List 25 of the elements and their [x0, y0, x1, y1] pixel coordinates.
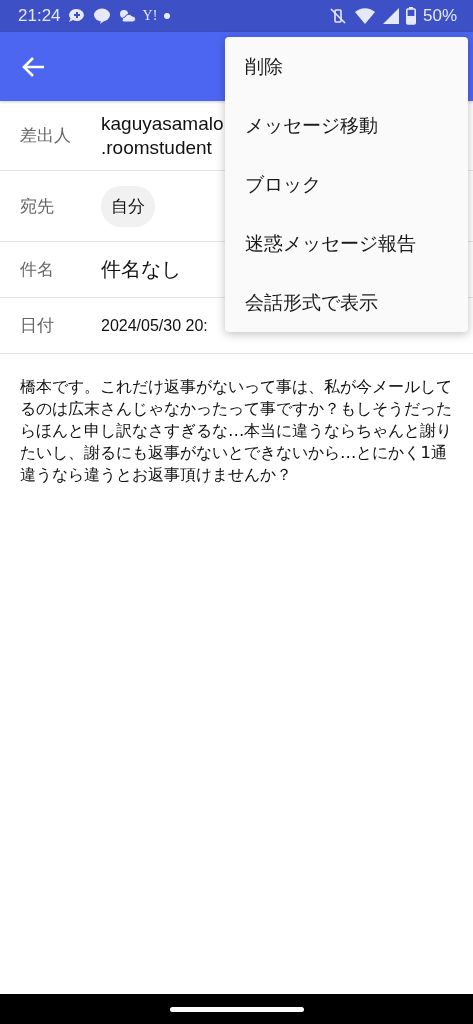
date-text: 2024/05/30 20:	[101, 316, 208, 335]
field-label: 宛先	[20, 194, 55, 218]
battery-level: 50%	[422, 6, 457, 26]
menu-item[interactable]: ブロック	[225, 155, 468, 214]
status-time: 21:24	[18, 6, 61, 26]
field-label: 日付	[20, 314, 55, 337]
back-icon[interactable]	[22, 55, 46, 78]
battery-icon	[405, 7, 416, 25]
field-label: 差出人	[20, 124, 72, 147]
wifi-icon	[353, 8, 376, 24]
chat-bubble-icon	[92, 8, 111, 24]
recipient-chip: 自分	[101, 185, 155, 227]
menu-item[interactable]: 迷惑メッセージ報告	[225, 214, 468, 273]
sender-address: kaguyasamalo .roomstudent	[101, 111, 224, 160]
menu-item[interactable]: 会話形式で表示	[225, 273, 468, 332]
subject-text: 件名なし	[101, 256, 181, 283]
field-label: 件名	[20, 258, 55, 281]
dot-icon	[164, 13, 171, 19]
signal-icon	[382, 8, 399, 24]
weather-icon	[117, 8, 136, 24]
vibrate-off-icon	[328, 7, 347, 25]
notification-text: Y!	[142, 8, 158, 24]
chat-plus-icon	[67, 8, 86, 24]
menu-item[interactable]: メッセージ移動	[225, 96, 468, 155]
message-body: 橋本です。これだけ返事がないって事は、私が今メールしてるのは広末さんじゃなかったって事ですか？もしそうだったらほんと申し訳なさすぎるな…本当に違うならちゃんと謝りたいし、謝るにも返事がないとできないから…とにかく1通違うなら違うとお返事頂けませんか？	[19, 376, 454, 486]
